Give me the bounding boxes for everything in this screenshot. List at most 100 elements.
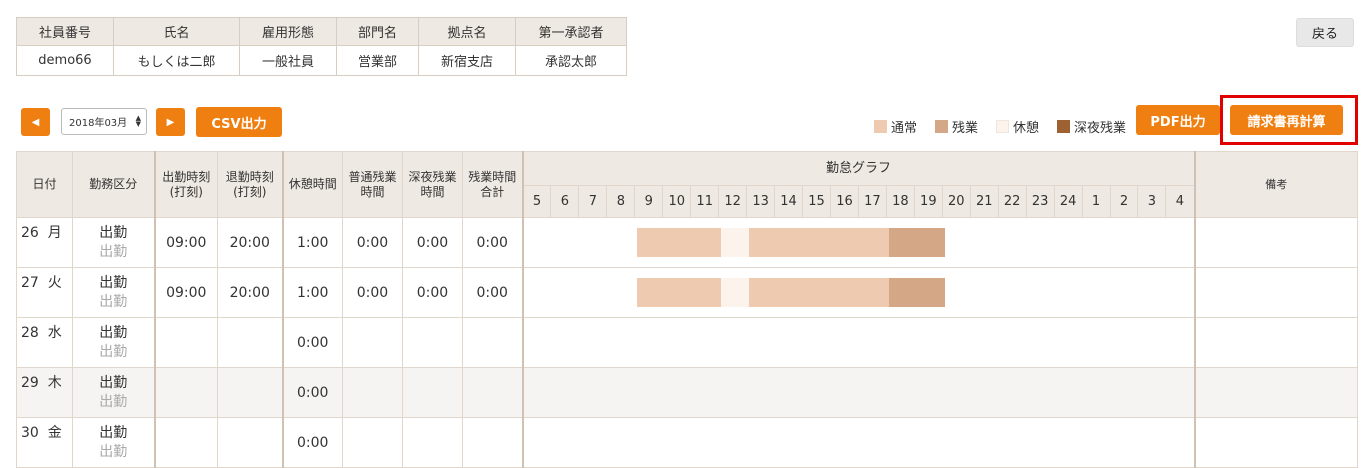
overtime-total-cell: 0:00	[462, 217, 524, 268]
break-time-cell[interactable]: 0:00	[282, 417, 343, 468]
employee-header-row: 社員番号 氏名 雇用形態 部門名 拠点名 第一承認者	[16, 17, 627, 46]
header-start-line2: (打刻)	[169, 184, 203, 199]
table-row[interactable]: 30 金出勤 出勤 0:00	[16, 417, 1358, 468]
break-time-cell[interactable]: 1:00	[282, 267, 343, 318]
hour-label: 7	[579, 186, 608, 217]
employee-id: demo66	[16, 45, 114, 76]
header-total-line2: 合計	[480, 184, 505, 199]
month-select[interactable]: 2018年03月 ▲ ▼	[61, 108, 147, 135]
memo-cell[interactable]	[1194, 417, 1358, 468]
legend-break: 休憩	[996, 117, 1039, 136]
memo-cell[interactable]	[1194, 217, 1358, 268]
date-cell: 27 火	[16, 267, 73, 318]
end-time-cell[interactable]: 20:00	[217, 217, 284, 268]
header-approver: 第一承認者	[515, 17, 627, 46]
work-type-cell[interactable]: 出勤 出勤	[72, 367, 156, 418]
back-button[interactable]: 戻る	[1296, 18, 1354, 47]
select-spinner-icon: ▲ ▼	[135, 114, 141, 128]
start-time-cell[interactable]: 09:00	[154, 267, 218, 318]
end-time-cell[interactable]	[217, 367, 284, 418]
end-time-cell[interactable]	[217, 417, 284, 468]
header-branch: 拠点名	[418, 17, 516, 46]
work-type: 出勤	[99, 424, 128, 441]
hour-label: 24	[1055, 186, 1083, 217]
graph-bar-break	[720, 278, 749, 307]
hour-label: 10	[663, 186, 692, 217]
work-type-sub: 出勤	[99, 443, 128, 460]
break-time-cell[interactable]: 1:00	[282, 217, 343, 268]
hour-label: 5	[524, 186, 552, 217]
next-month-button[interactable]: ▶	[156, 108, 185, 136]
break-time-cell[interactable]: 0:00	[282, 317, 343, 368]
hour-label: 16	[831, 186, 859, 217]
break-time-cell[interactable]: 0:00	[282, 367, 343, 418]
attendance-table: 日付 勤務区分 出勤時刻 (打刻) 退勤時刻 (打刻) 休憩時間 普通残業 時間 深夜…	[16, 151, 1358, 468]
start-time-cell[interactable]	[154, 367, 218, 418]
work-type: 出勤	[99, 274, 128, 291]
employee-name: もしくは二郎	[113, 45, 240, 76]
graph-bar-normal	[748, 228, 889, 257]
table-row[interactable]: 29 木出勤 出勤 0:00	[16, 367, 1358, 418]
table-row[interactable]: 27 火出勤 出勤 09:00 20:00 1:00 0:00 0:00 0:00	[16, 267, 1358, 318]
night-overtime-cell	[402, 317, 463, 368]
hour-label: 4	[1175, 194, 1185, 209]
start-time-cell[interactable]: 09:00	[154, 217, 218, 268]
memo-cell[interactable]	[1194, 267, 1358, 318]
memo-cell[interactable]	[1194, 317, 1358, 368]
day-number: 30	[21, 425, 39, 441]
hour-scale: 5 6 7 8 9 10 11 12 13 14 15 16 17 18 19 20 21 22 23 24 1 2 3 4	[522, 185, 1196, 218]
header-end-line2: (打刻)	[233, 184, 267, 199]
work-type: 出勤	[99, 224, 128, 241]
hour-label: 11	[691, 186, 720, 217]
date-cell: 29 木	[16, 367, 73, 418]
legend-normal: 通常	[874, 117, 917, 136]
hour-label: 2	[1111, 186, 1139, 217]
hour-label: 14	[775, 186, 804, 217]
attendance-graph-cell	[522, 217, 1196, 268]
table-row[interactable]: 26 月出勤 出勤 09:00 20:00 1:00 0:00 0:00 0:00	[16, 217, 1358, 268]
work-type-cell[interactable]: 出勤 出勤	[72, 417, 156, 468]
work-type: 出勤	[99, 324, 128, 341]
night-overtime-cell: 0:00	[402, 267, 463, 318]
csv-export-button[interactable]: CSV出力	[196, 107, 282, 137]
end-time-cell[interactable]: 20:00	[217, 267, 284, 318]
weekday: 木	[47, 375, 62, 391]
hour-label: 17	[859, 186, 887, 217]
header-department: 部門名	[336, 17, 419, 46]
legend-swatch-overtime	[935, 120, 948, 133]
day-number: 28	[21, 325, 39, 341]
hour-label: 1	[1083, 186, 1111, 217]
header-ot-line1: 普通残業	[348, 169, 397, 184]
legend-night-overtime: 深夜残業	[1057, 117, 1126, 136]
start-time-cell[interactable]	[154, 417, 218, 468]
header-overtime-total: 残業時間 合計	[462, 151, 524, 218]
hour-label: 22	[999, 186, 1027, 217]
header-work-type: 勤務区分	[72, 151, 156, 218]
graph-bar-normal	[748, 278, 889, 307]
work-type-cell[interactable]: 出勤 出勤	[72, 317, 156, 368]
table-header-row: 日付 勤務区分 出勤時刻 (打刻) 退勤時刻 (打刻) 休憩時間 普通残業 時間 深夜…	[16, 151, 1358, 218]
header-overtime: 普通残業 時間	[342, 151, 403, 218]
hour-label: 13	[747, 186, 776, 217]
work-type-cell[interactable]: 出勤 出勤	[72, 217, 156, 268]
overtime-cell	[342, 317, 403, 368]
work-type-sub: 出勤	[99, 393, 128, 410]
pdf-export-button[interactable]: PDF出力	[1136, 105, 1220, 135]
hour-label: 23	[1027, 186, 1055, 217]
overtime-total-cell	[462, 317, 524, 368]
attendance-graph-cell	[522, 317, 1196, 368]
graph-bar-normal	[636, 228, 721, 257]
hour-label: 9	[635, 186, 664, 217]
header-memo: 備考	[1194, 151, 1358, 218]
overtime-total-cell	[462, 417, 524, 468]
memo-cell[interactable]	[1194, 367, 1358, 418]
end-time-cell[interactable]	[217, 317, 284, 368]
work-type: 出勤	[99, 374, 128, 391]
table-row[interactable]: 28 水出勤 出勤 0:00	[16, 317, 1358, 368]
prev-month-button[interactable]: ◀	[21, 108, 50, 136]
hour-label: 20	[943, 186, 971, 217]
start-time-cell[interactable]	[154, 317, 218, 368]
overtime-cell	[342, 417, 403, 468]
work-type-cell[interactable]: 出勤 出勤	[72, 267, 156, 318]
hour-label: 12	[719, 186, 748, 217]
